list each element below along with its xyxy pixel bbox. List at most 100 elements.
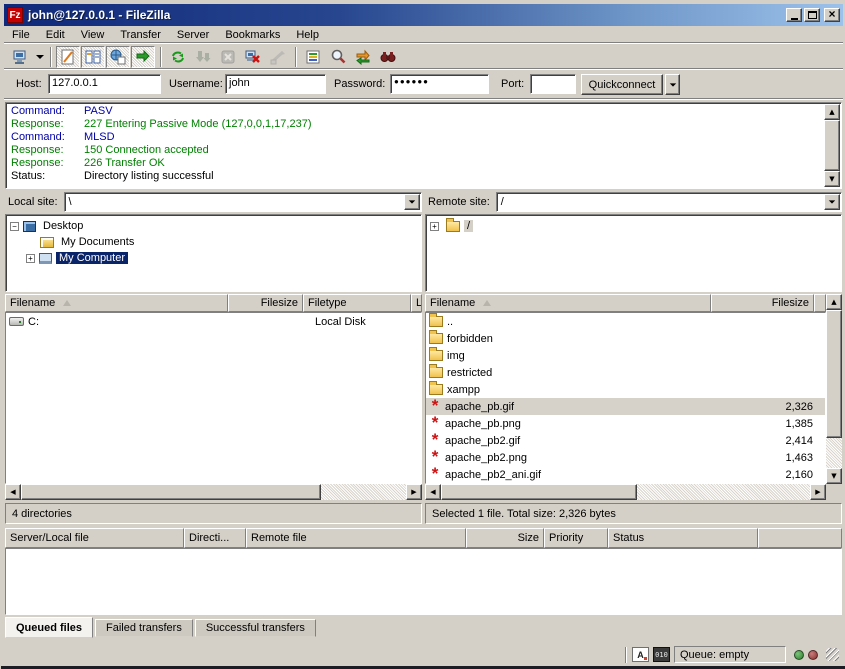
menu-help[interactable]: Help (288, 28, 327, 42)
log-line-label: Response: (8, 157, 84, 170)
file-size: 2,414 (725, 435, 825, 447)
close-button[interactable]: × (824, 8, 840, 22)
quickconnect-button[interactable]: Quickconnect (581, 74, 663, 95)
menu-file[interactable]: File (4, 28, 38, 42)
scrollbar-thumb[interactable] (21, 484, 321, 500)
reconnect-icon (270, 49, 286, 65)
port-input[interactable] (530, 74, 576, 94)
site-manager-dropdown-button[interactable] (33, 46, 46, 68)
log-vertical-scrollbar[interactable]: ▲ ▼ (824, 104, 840, 187)
remote-site-combo[interactable]: / (496, 192, 842, 212)
remote-site-dropdown-button[interactable] (824, 194, 840, 210)
local-column-last-modified[interactable]: L (411, 294, 422, 312)
disconnect-button[interactable] (241, 46, 265, 68)
toggle-transfer-queue-button[interactable] (131, 46, 155, 68)
local-column-filename[interactable]: Filename (5, 294, 228, 312)
scrollbar-thumb[interactable] (824, 120, 840, 171)
maximize-button[interactable] (804, 8, 820, 22)
remote-list-horizontal-scrollbar[interactable]: ◀ ▶ (425, 484, 826, 500)
local-list-horizontal-scrollbar[interactable]: ◀ ▶ (5, 484, 422, 500)
tree-item-my-computer[interactable]: + My Computer (10, 250, 421, 266)
site-manager-button[interactable] (8, 46, 32, 68)
scroll-up-button[interactable]: ▲ (824, 104, 840, 120)
file-row[interactable]: .. (426, 313, 825, 330)
expand-icon[interactable]: + (430, 222, 439, 231)
scroll-right-button[interactable]: ▶ (810, 484, 826, 500)
tree-item-my-documents[interactable]: My Documents (10, 234, 421, 250)
file-size: 2,160 (725, 469, 825, 481)
remote-list-vertical-scrollbar[interactable]: ▲ ▼ (826, 294, 842, 484)
remote-column-filesize[interactable]: Filesize (711, 294, 814, 312)
toggle-remote-tree-button[interactable] (106, 46, 130, 68)
expand-icon[interactable]: + (26, 254, 35, 263)
queue-column-direction[interactable]: Directi... (184, 528, 246, 548)
toggle-message-log-button[interactable] (56, 46, 80, 68)
file-row[interactable]: *apache_pb2_ani.gif2,160 (426, 466, 825, 483)
tab-successful-transfers[interactable]: Successful transfers (195, 619, 316, 637)
synchronized-browsing-button[interactable] (351, 46, 375, 68)
scrollbar-thumb[interactable] (441, 484, 637, 500)
column-label: Size (518, 532, 539, 544)
collapse-icon[interactable]: − (10, 222, 19, 231)
menu-transfer[interactable]: Transfer (112, 28, 169, 42)
file-name: img (447, 350, 725, 362)
queue-column-status[interactable]: Status (608, 528, 758, 548)
tab-failed-transfers[interactable]: Failed transfers (95, 619, 193, 637)
transfer-type-ascii-icon[interactable]: A (632, 647, 649, 662)
file-row-local-drive[interactable]: C: Local Disk (6, 313, 421, 330)
file-row[interactable]: forbidden (426, 330, 825, 347)
directory-listing-filters-button[interactable] (301, 46, 325, 68)
scroll-left-button[interactable]: ◀ (5, 484, 21, 500)
remote-directory-tree[interactable]: + / (425, 214, 842, 292)
menu-view[interactable]: View (73, 28, 113, 42)
remote-column-filename[interactable]: Filename (425, 294, 711, 312)
cancel-button[interactable] (216, 46, 240, 68)
scroll-down-button[interactable]: ▼ (824, 171, 840, 187)
tab-queued-files[interactable]: Queued files (5, 617, 93, 638)
directory-comparison-button[interactable] (326, 46, 350, 68)
transfer-type-binary-icon[interactable]: 010 (653, 647, 670, 662)
file-row[interactable]: img (426, 347, 825, 364)
menu-edit[interactable]: Edit (38, 28, 73, 42)
menu-server[interactable]: Server (169, 28, 217, 42)
local-file-list[interactable]: C: Local Disk (5, 312, 422, 484)
host-input[interactable]: 127.0.0.1 (48, 74, 161, 94)
minimize-button[interactable] (786, 8, 802, 22)
scroll-left-button[interactable]: ◀ (425, 484, 441, 500)
queue-column-priority[interactable]: Priority (544, 528, 608, 548)
file-row-selected[interactable]: *apache_pb.gif2,326 (426, 398, 825, 415)
queue-column-server-local-file[interactable]: Server/Local file (5, 528, 184, 548)
find-files-button[interactable] (376, 46, 400, 68)
file-row[interactable]: *apache_pb2.gif2,414 (426, 432, 825, 449)
tree-item-desktop[interactable]: − Desktop (10, 218, 421, 234)
queue-column-size[interactable]: Size (466, 528, 544, 548)
tree-item-root[interactable]: + / (430, 218, 841, 234)
local-site-combo[interactable]: \ (64, 192, 422, 212)
message-log[interactable]: Command:PASV Response:227 Entering Passi… (5, 102, 842, 189)
file-row[interactable]: xampp (426, 381, 825, 398)
password-input[interactable]: ●●●●●● (390, 74, 489, 94)
scroll-down-button[interactable]: ▼ (826, 468, 842, 484)
local-column-filetype[interactable]: Filetype (303, 294, 411, 312)
queue-column-remote-file[interactable]: Remote file (246, 528, 466, 548)
file-row[interactable]: *apache_pb2.png1,463 (426, 449, 825, 466)
refresh-button[interactable] (166, 46, 190, 68)
quickconnect-dropdown-button[interactable] (665, 74, 680, 95)
username-input[interactable]: john (225, 74, 326, 94)
local-directory-tree[interactable]: − Desktop My Documents + My Computer (5, 214, 422, 292)
local-column-filesize[interactable]: Filesize (228, 294, 303, 312)
scrollbar-thumb[interactable] (826, 310, 842, 438)
toggle-local-tree-button[interactable] (81, 46, 105, 68)
scroll-right-button[interactable]: ▶ (406, 484, 422, 500)
reconnect-button[interactable] (266, 46, 290, 68)
process-queue-button[interactable] (191, 46, 215, 68)
file-row[interactable]: restricted (426, 364, 825, 381)
log-line-label: Status: (8, 170, 84, 183)
file-row[interactable]: *apache_pb.png1,385 (426, 415, 825, 432)
menu-bookmarks[interactable]: Bookmarks (217, 28, 288, 42)
queue-list[interactable] (5, 548, 842, 615)
local-site-dropdown-button[interactable] (404, 194, 420, 210)
remote-file-list[interactable]: .. forbidden img restricted xampp *apach… (425, 312, 826, 484)
resize-grip[interactable] (826, 648, 839, 661)
scroll-up-button[interactable]: ▲ (826, 294, 842, 310)
